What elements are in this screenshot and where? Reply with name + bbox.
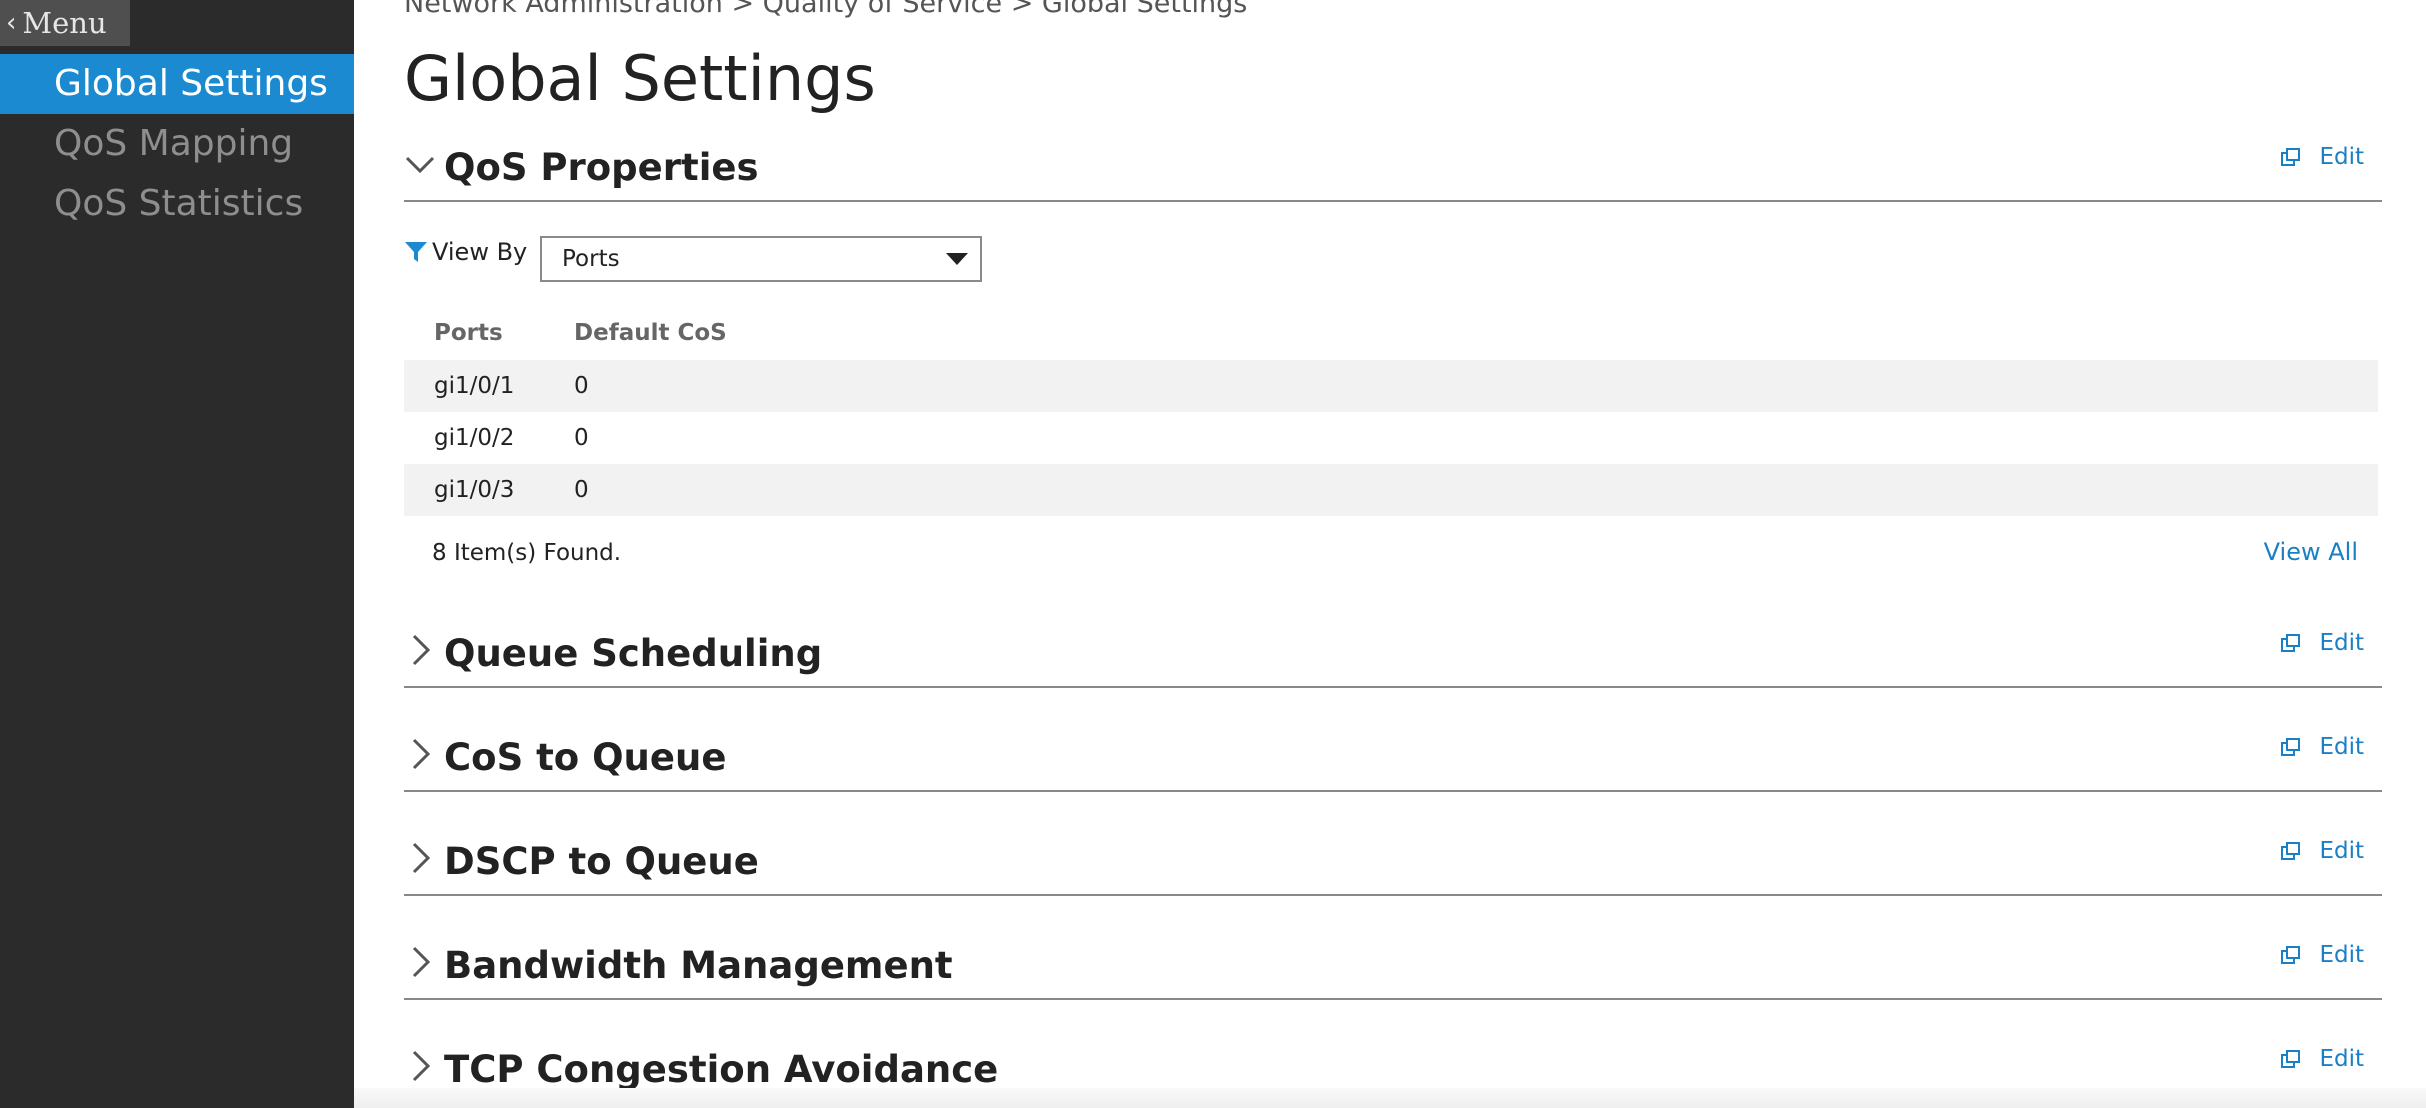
- page-title: Global Settings: [404, 42, 876, 115]
- section-header: Queue Scheduling Edit: [404, 630, 2382, 688]
- edit-link[interactable]: Edit: [2281, 630, 2364, 656]
- edit-label: Edit: [2319, 144, 2364, 170]
- section-title[interactable]: CoS to Queue: [444, 736, 726, 779]
- cell-port: gi1/0/1: [434, 373, 515, 399]
- popout-icon: [2281, 842, 2301, 860]
- table-header: Ports Default CoS: [404, 316, 2378, 360]
- section-header: CoS to Queue Edit: [404, 734, 2382, 792]
- table-row[interactable]: gi1/0/1 0: [404, 360, 2378, 412]
- section-title[interactable]: DSCP to Queue: [444, 840, 759, 883]
- cell-default-cos: 0: [574, 425, 589, 451]
- edit-label: Edit: [2319, 838, 2364, 864]
- edit-link[interactable]: Edit: [2281, 734, 2364, 760]
- column-header-ports[interactable]: Ports: [434, 320, 503, 346]
- edit-link[interactable]: Edit: [2281, 1046, 2364, 1072]
- section-dscp-to-queue: DSCP to Queue Edit: [404, 838, 2382, 896]
- chevron-right-icon[interactable]: [404, 1050, 436, 1082]
- view-by-label: View By: [432, 238, 528, 266]
- view-by-selected: Ports: [562, 246, 620, 272]
- edit-label: Edit: [2319, 1046, 2364, 1072]
- section-title[interactable]: Queue Scheduling: [444, 632, 822, 675]
- column-header-default-cos[interactable]: Default CoS: [574, 320, 727, 346]
- chevron-right-icon[interactable]: [404, 634, 436, 666]
- cell-default-cos: 0: [574, 373, 589, 399]
- section-queue-scheduling: Queue Scheduling Edit: [404, 630, 2382, 688]
- view-by-filter: View By Ports: [404, 236, 1404, 286]
- cell-default-cos: 0: [574, 477, 589, 503]
- section-header: Bandwidth Management Edit: [404, 942, 2382, 1000]
- sidebar-item-global-settings[interactable]: Global Settings: [0, 54, 354, 114]
- table-row[interactable]: gi1/0/2 0: [404, 412, 2378, 464]
- view-all-link[interactable]: View All: [2264, 538, 2358, 566]
- view-by-select[interactable]: Ports: [540, 236, 982, 282]
- ports-table: Ports Default CoS gi1/0/1 0 gi1/0/2 0 gi…: [404, 316, 2378, 516]
- table-footer: 8 Item(s) Found. View All: [404, 538, 2378, 578]
- section-qos-properties: QoS Properties Edit: [404, 144, 2382, 202]
- section-cos-to-queue: CoS to Queue Edit: [404, 734, 2382, 792]
- breadcrumb: Network Administration > Quality of Serv…: [404, 0, 1248, 19]
- section-title[interactable]: Bandwidth Management: [444, 944, 953, 987]
- menu-button[interactable]: ‹ Menu: [0, 0, 130, 46]
- edit-link[interactable]: Edit: [2281, 942, 2364, 968]
- items-found-count: 8 Item(s) Found.: [432, 540, 622, 566]
- popout-icon: [2281, 1050, 2301, 1068]
- edit-label: Edit: [2319, 942, 2364, 968]
- edit-label: Edit: [2319, 734, 2364, 760]
- chevron-left-icon: ‹: [6, 8, 17, 38]
- sidebar-nav: Global Settings QoS Mapping QoS Statisti…: [0, 54, 354, 234]
- filter-icon: [405, 242, 427, 262]
- chevron-right-icon[interactable]: [404, 842, 436, 874]
- menu-label: Menu: [22, 6, 107, 40]
- section-title[interactable]: TCP Congestion Avoidance: [444, 1048, 998, 1091]
- section-header: QoS Properties Edit: [404, 144, 2382, 202]
- popout-icon: [2281, 634, 2301, 652]
- edit-link[interactable]: Edit: [2281, 144, 2364, 170]
- section-header: DSCP to Queue Edit: [404, 838, 2382, 896]
- chevron-right-icon[interactable]: [404, 738, 436, 770]
- chevron-down-icon[interactable]: [404, 148, 436, 180]
- cell-port: gi1/0/2: [434, 425, 515, 451]
- cell-port: gi1/0/3: [434, 477, 515, 503]
- edit-label: Edit: [2319, 630, 2364, 656]
- edit-link[interactable]: Edit: [2281, 838, 2364, 864]
- caret-down-icon: [946, 253, 968, 265]
- sidebar-item-qos-mapping[interactable]: QoS Mapping: [0, 114, 354, 174]
- table-row[interactable]: gi1/0/3 0: [404, 464, 2378, 516]
- popout-icon: [2281, 148, 2301, 166]
- section-bandwidth-management: Bandwidth Management Edit: [404, 942, 2382, 1000]
- main-content: Network Administration > Quality of Serv…: [404, 0, 2394, 1108]
- popout-icon: [2281, 738, 2301, 756]
- bottom-fade: [354, 1088, 2426, 1108]
- popout-icon: [2281, 946, 2301, 964]
- sidebar-item-qos-statistics[interactable]: QoS Statistics: [0, 174, 354, 234]
- chevron-right-icon[interactable]: [404, 946, 436, 978]
- sidebar: ‹ Menu Global Settings QoS Mapping QoS S…: [0, 0, 354, 1108]
- section-title[interactable]: QoS Properties: [444, 146, 759, 189]
